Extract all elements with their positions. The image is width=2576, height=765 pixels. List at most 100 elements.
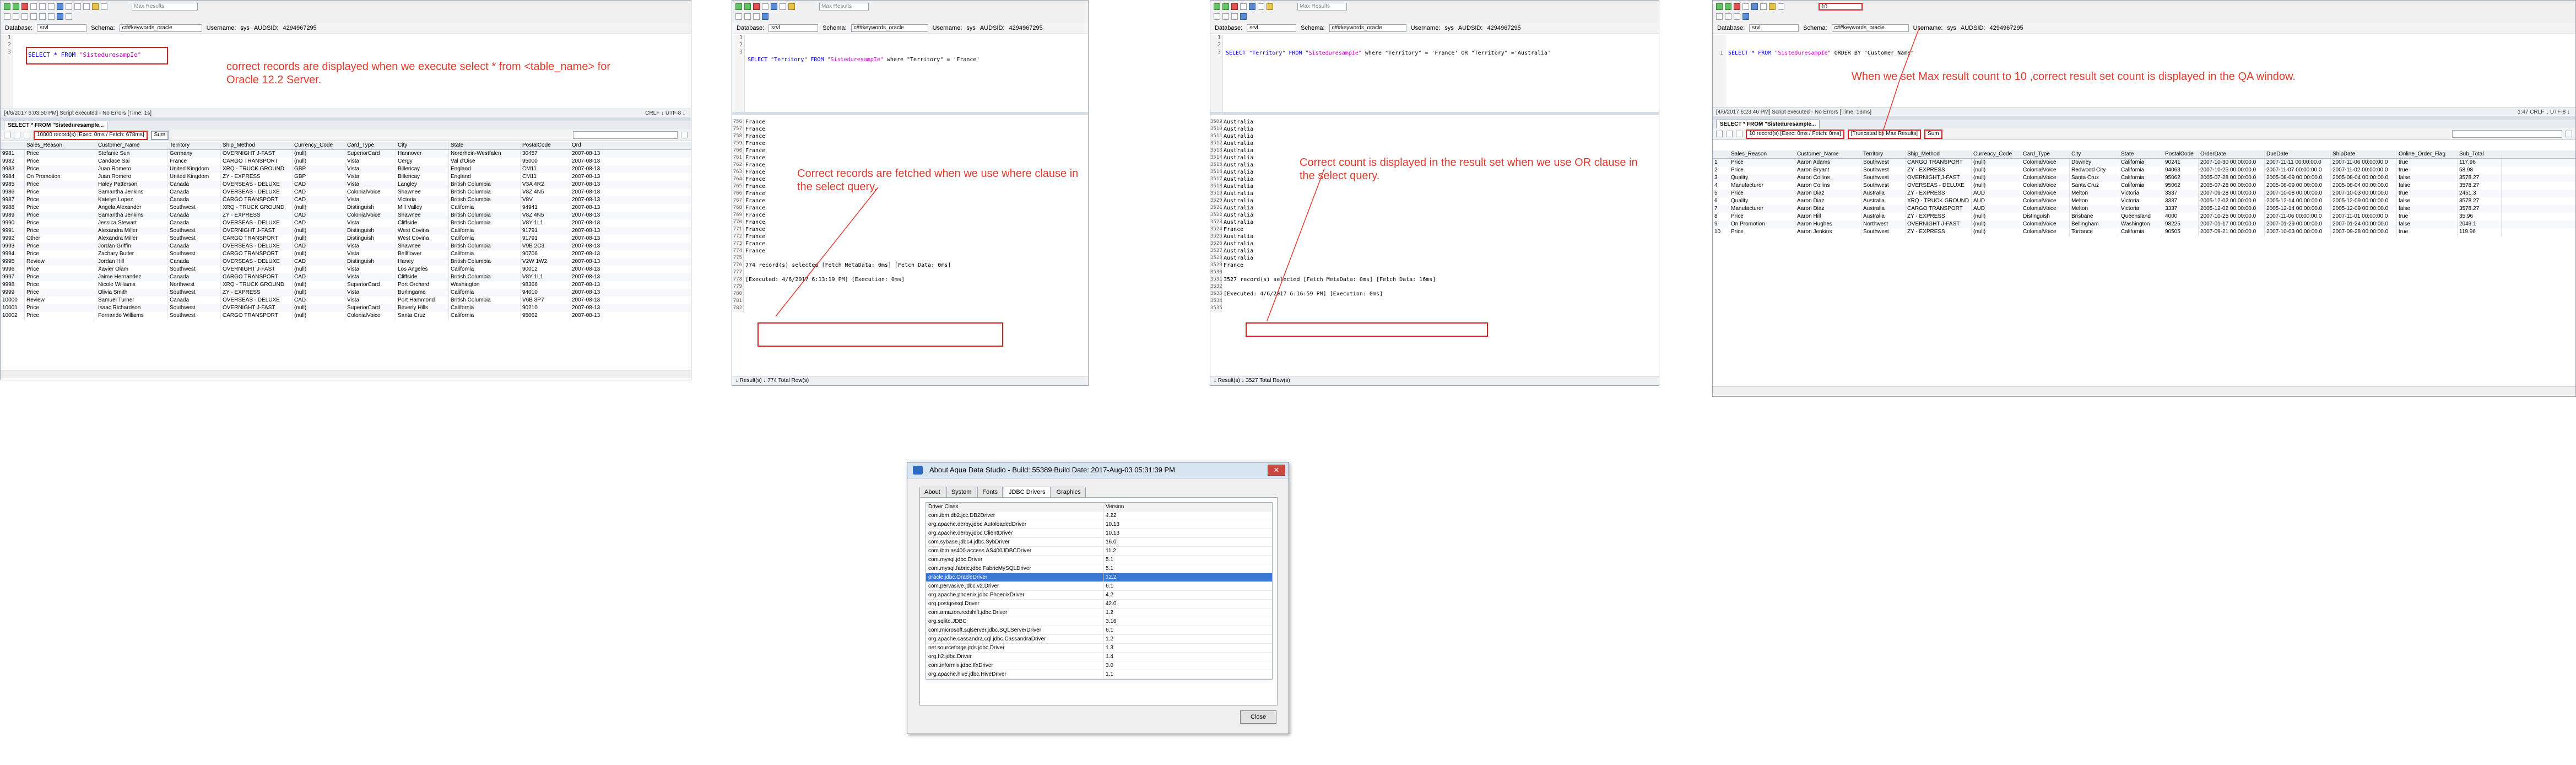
refresh-icon[interactable]: [4, 132, 10, 138]
table-row[interactable]: 9981 Price Stefanie Sun Germany OVERNIGHT J-…: [1, 150, 691, 158]
table-row[interactable]: 6 Quality Aaron Diaz Australia XRQ - TRUCK G…: [1713, 197, 2575, 205]
table-row[interactable]: 9983 Price Juan Romero United Kingdom XRQ - …: [1, 165, 691, 173]
schema-select[interactable]: c##keywords_oracle: [1329, 24, 1406, 32]
tab-system[interactable]: System: [946, 487, 977, 498]
table-row[interactable]: 9988 Price Angela Alexander Southwest XRQ - …: [1, 204, 691, 212]
print-icon[interactable]: [24, 132, 30, 138]
stop-icon[interactable]: [1734, 3, 1740, 10]
text-icon[interactable]: [780, 3, 786, 10]
driver-row[interactable]: com.informix.jdbc.IfxDriver 3.0: [926, 661, 1272, 670]
grid-scrollbar[interactable]: [1, 370, 691, 378]
column-header[interactable]: City: [396, 142, 449, 149]
table-row[interactable]: 1 Price Aaron Adams Southwest CARGO TRANSPOR…: [1713, 159, 2575, 166]
driver-row[interactable]: org.apache.hive.jdbc.HiveDriver 1.1: [926, 670, 1272, 679]
paste-icon[interactable]: [21, 13, 28, 20]
table-row[interactable]: 9999 Price Olivia Smith Southwest ZY - EXPRE…: [1, 289, 691, 297]
table-row[interactable]: 9992 Other Alexandra Miller Southwest CARGO …: [1, 235, 691, 243]
table-row[interactable]: 9990 Price Jessica Stewart Canada OVERSEAS -…: [1, 219, 691, 227]
rollback-icon[interactable]: [83, 3, 90, 10]
sql-editor[interactable]: 1 SELECT * FROM "SisteduresampIe" ORDER …: [1713, 35, 2575, 107]
column-header[interactable]: Sales_Reason: [25, 142, 96, 149]
save-icon[interactable]: [1240, 3, 1247, 10]
format-icon[interactable]: [1769, 3, 1776, 10]
column-header-driver-class[interactable]: Driver Class: [926, 503, 1103, 511]
sql-editor[interactable]: 1 2 3 SELECT * FROM "SisteduresampIe" co…: [1, 35, 691, 109]
tab-about[interactable]: About: [919, 487, 945, 498]
tab-graphics[interactable]: Graphics: [1051, 487, 1086, 498]
column-header[interactable]: DueDate: [2265, 150, 2331, 158]
execute-current-icon[interactable]: [1725, 3, 1731, 10]
execute-current-icon[interactable]: [13, 3, 19, 10]
grid-icon[interactable]: [1751, 3, 1758, 10]
table-row[interactable]: 9989 Price Samantha Jenkins Canada ZY - EXPR…: [1, 212, 691, 219]
table-row[interactable]: 9995 Review Jordan Hill Canada OVERSEAS - DE…: [1, 258, 691, 266]
stop-icon[interactable]: [21, 3, 28, 10]
execute-icon[interactable]: [735, 3, 742, 10]
table-row[interactable]: 4 Manufacturer Aaron Collins Southwest OVERS…: [1713, 182, 2575, 190]
print-icon[interactable]: [1736, 131, 1742, 137]
table-row[interactable]: 9984 On Promotion Juan Romero United Kingdo…: [1, 173, 691, 181]
grid-icon[interactable]: [57, 3, 63, 10]
table-row[interactable]: 9985 Price Haley Patterson Canada OVERSEAS -…: [1, 181, 691, 188]
open-icon[interactable]: [39, 3, 46, 10]
column-header[interactable]: ShipDate: [2331, 150, 2397, 158]
sum-button[interactable]: Sum: [150, 130, 169, 140]
column-header[interactable]: Currency_Code: [293, 142, 345, 149]
column-header[interactable]: Territory: [1861, 150, 1906, 158]
column-header[interactable]: State: [2119, 150, 2163, 158]
table-row[interactable]: 2 Price Aaron Bryant Southwest ZY - EXPRESS(…: [1713, 166, 2575, 174]
text-icon[interactable]: [1760, 3, 1767, 10]
result-status-tab[interactable]: ↓ Result(s) ↓ 774 Total Row(s): [732, 376, 1088, 385]
driver-row[interactable]: com.microsoft.sqlserver.jdbc.SQLServerDr…: [926, 626, 1272, 635]
sum-button[interactable]: Sum: [1924, 129, 1942, 139]
settings-icon[interactable]: [2566, 131, 2572, 137]
refresh-icon[interactable]: [1716, 131, 1723, 137]
table-row[interactable]: 9996 Price Xavier Olam Southwest OVERNIGHT J…: [1, 266, 691, 273]
execute-icon[interactable]: [1214, 3, 1220, 10]
cut-icon[interactable]: [735, 13, 742, 20]
driver-row[interactable]: com.sybase.jdbc4.jdbc.SybDriver 16.0: [926, 538, 1272, 547]
format-icon[interactable]: [788, 3, 795, 10]
table-row[interactable]: 9994 Price Zachary Butler Southwest CARGO TR…: [1, 250, 691, 258]
pane-splitter[interactable]: [732, 112, 1088, 115]
schema-select[interactable]: c##keywords_oracle: [119, 24, 202, 32]
max-results-input[interactable]: Max Results: [132, 3, 198, 10]
save-icon[interactable]: [48, 3, 55, 10]
save-icon[interactable]: [1742, 3, 1749, 10]
comment-icon[interactable]: [66, 13, 72, 20]
table-row[interactable]: 7 Manufacturer Aaron Diaz Australia CARGO TR…: [1713, 205, 2575, 213]
driver-row[interactable]: com.amazon.redshift.jdbc.Driver 1.2: [926, 608, 1272, 617]
column-header[interactable]: Customer_Name: [1795, 150, 1861, 158]
table-row[interactable]: 9998 Price Nicole Williams Northwest XRQ - T…: [1, 281, 691, 289]
execute-current-icon[interactable]: [1222, 3, 1229, 10]
filter-input[interactable]: [573, 131, 678, 139]
driver-row[interactable]: org.apache.derby.jdbc.ClientDriver 10.13: [926, 529, 1272, 538]
column-header[interactable]: Ord: [570, 142, 603, 149]
text-icon[interactable]: [1258, 3, 1264, 10]
column-header[interactable]: Customer_Name: [96, 142, 168, 149]
column-header[interactable]: OrderDate: [2199, 150, 2265, 158]
column-header[interactable]: Currency_Code: [1972, 150, 2021, 158]
table-row[interactable]: 9997 Price Jaime Hernandez Canada CARGO TRAN…: [1, 273, 691, 281]
column-header[interactable]: Card_Type: [2021, 150, 2070, 158]
result-status-tab[interactable]: ↓ Result(s) ↓ 3527 Total Row(s): [1210, 376, 1659, 385]
results-mode-icon[interactable]: [762, 13, 769, 20]
sql-editor[interactable]: 1 2 3 SELECT "Territory" FROM "Sistedure…: [1210, 35, 1659, 112]
driver-row[interactable]: com.mysql.fabric.jdbc.FabricMySQLDriver 5…: [926, 564, 1272, 573]
driver-row[interactable]: com.ibm.db2.jcc.DB2Driver 4.22: [926, 511, 1272, 520]
database-select[interactable]: srvl: [769, 24, 819, 32]
results-mode-icon[interactable]: [1240, 13, 1247, 20]
column-header[interactable]: Card_Type: [345, 142, 396, 149]
driver-row[interactable]: org.apache.phoenix.jdbc.PhoenixDriver 4.2: [926, 591, 1272, 600]
driver-row[interactable]: com.ibm.as400.access.AS400JDBCDriver 11.2: [926, 547, 1272, 556]
commit-icon[interactable]: [74, 3, 81, 10]
cut-icon[interactable]: [1214, 13, 1220, 20]
grid-icon[interactable]: [1249, 3, 1255, 10]
export-icon[interactable]: [1726, 131, 1733, 137]
result-grid[interactable]: Sales_Reason Customer_Name Territory Ship_M…: [1, 142, 691, 320]
driver-row[interactable]: org.sqlite.JDBC 3.16: [926, 617, 1272, 626]
copy-icon[interactable]: [13, 13, 19, 20]
grid-icon[interactable]: [771, 3, 777, 10]
schema-select[interactable]: c##keywords_oracle: [851, 24, 928, 32]
column-header-version[interactable]: Version: [1103, 503, 1272, 511]
